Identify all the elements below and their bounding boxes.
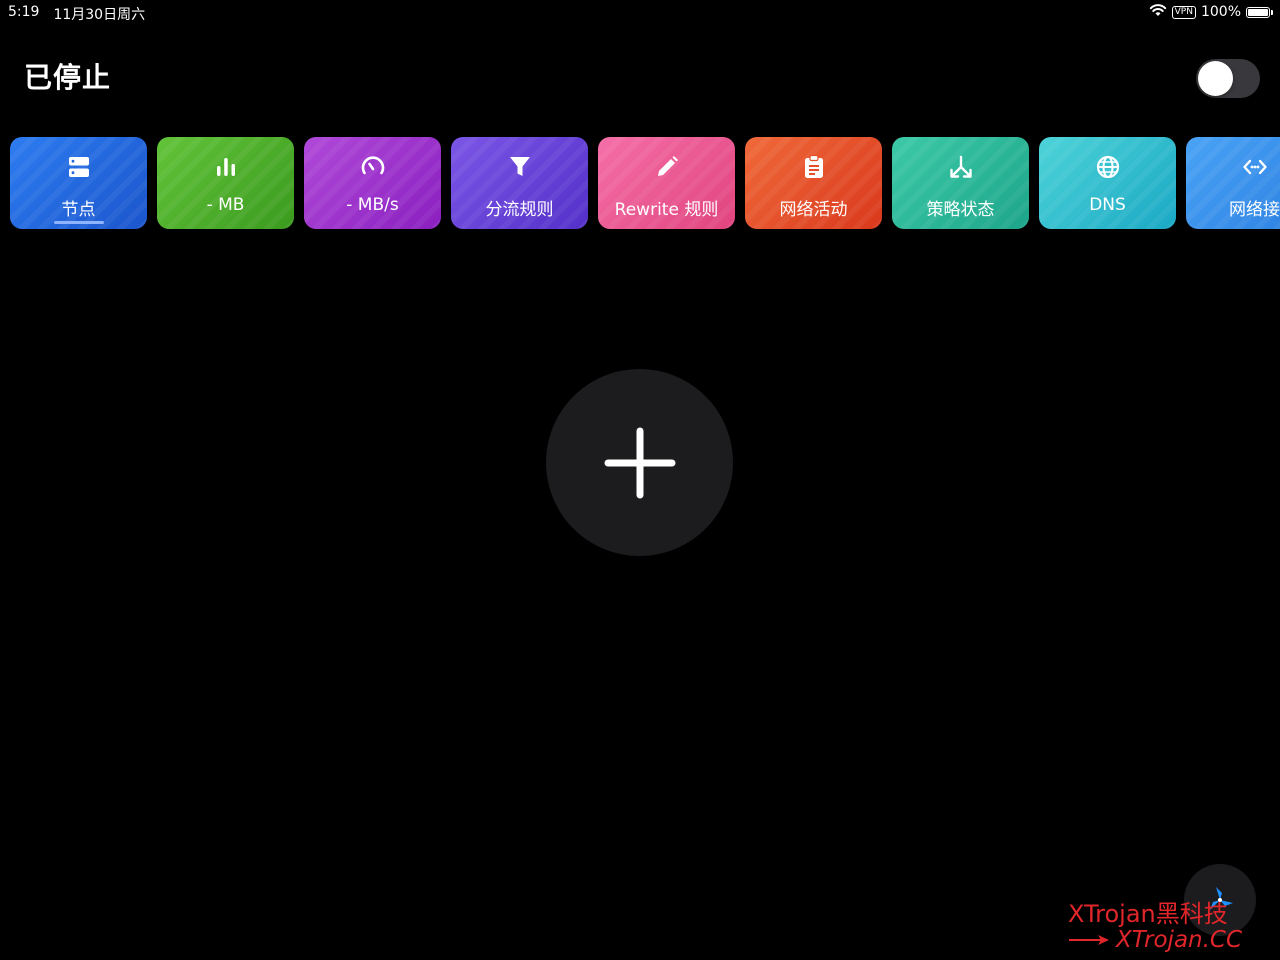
tile-label: 网络活动 [779, 200, 848, 220]
tile-label: 网络接 [1229, 200, 1280, 220]
tile-dns[interactable]: DNS [1039, 137, 1176, 229]
tile-speed[interactable]: - MB/s [304, 137, 441, 229]
battery-icon [1246, 6, 1273, 18]
tile-label: 分流规则 [485, 200, 554, 220]
globe-icon [1095, 154, 1121, 180]
code-icon [1242, 154, 1268, 180]
status-left: 5:19 11月30日周六 [8, 4, 145, 24]
arrow-right-icon [1068, 933, 1110, 947]
tile-rules[interactable]: 分流规则 [451, 137, 588, 229]
feature-tiles: 节点 - MB - MB/s 分流规则 Rewrite 规则 网络活动 策略状态… [10, 137, 1280, 229]
bar-chart-icon [213, 154, 239, 180]
selected-indicator [54, 221, 104, 224]
status-date: 11月30日周六 [53, 7, 146, 23]
status-time: 5:19 [8, 4, 40, 20]
clipboard-icon [801, 154, 827, 180]
add-button[interactable] [546, 369, 733, 556]
tile-label: 策略状态 [926, 200, 995, 220]
tile-rewrite[interactable]: Rewrite 规则 [598, 137, 735, 229]
tile-label: - MB/s [346, 195, 399, 215]
toggle-knob [1198, 61, 1233, 96]
tile-label: DNS [1089, 195, 1126, 215]
server-icon [66, 154, 92, 180]
wifi-icon [1149, 3, 1167, 21]
status-right: VPN 100% [1149, 3, 1273, 21]
tile-activity[interactable]: 网络活动 [745, 137, 882, 229]
pencil-icon [654, 154, 680, 180]
tile-label: 节点 [61, 200, 96, 220]
speedometer-icon [360, 154, 386, 180]
tile-network-interface[interactable]: 网络接 [1186, 137, 1280, 229]
battery-fill [1248, 8, 1268, 16]
plus-icon [604, 427, 676, 499]
watermark-url-row: XTrojan.CC [1068, 927, 1242, 953]
filter-icon [507, 154, 533, 180]
tile-label: - MB [206, 195, 245, 215]
watermark-title: XTrojan黑科技 [1068, 900, 1228, 928]
tile-nodes[interactable]: 节点 [10, 137, 147, 229]
status-bar: 5:19 11月30日周六 VPN 100% [0, 0, 1280, 24]
tile-traffic[interactable]: - MB [157, 137, 294, 229]
watermark: XTrojan黑科技 XTrojan.CC [1068, 894, 1242, 953]
watermark-url: XTrojan.CC [1116, 927, 1243, 953]
vpn-badge: VPN [1171, 5, 1196, 19]
tile-policy[interactable]: 策略状态 [892, 137, 1029, 229]
split-arrow-icon [948, 154, 974, 180]
page-title: 已停止 [24, 61, 112, 94]
tile-label: Rewrite 规则 [614, 200, 719, 220]
battery-percent: 100% [1200, 4, 1241, 20]
vpn-toggle[interactable] [1196, 59, 1260, 98]
